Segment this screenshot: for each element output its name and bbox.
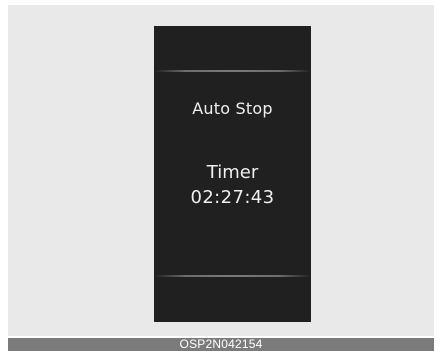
timer-value: 02:27:43 xyxy=(190,187,275,208)
timer-label: Timer xyxy=(206,162,259,183)
figure-code: OSP2N042154 xyxy=(179,337,263,351)
bottom-divider xyxy=(154,275,311,277)
auto-stop-label: Auto Stop xyxy=(192,99,273,118)
illustration-frame: Auto Stop Timer 02:27:43 xyxy=(8,5,434,336)
code-bar: OSP2N042154 xyxy=(8,337,434,351)
top-divider xyxy=(154,70,311,72)
cluster-display: Auto Stop Timer 02:27:43 xyxy=(154,26,311,322)
